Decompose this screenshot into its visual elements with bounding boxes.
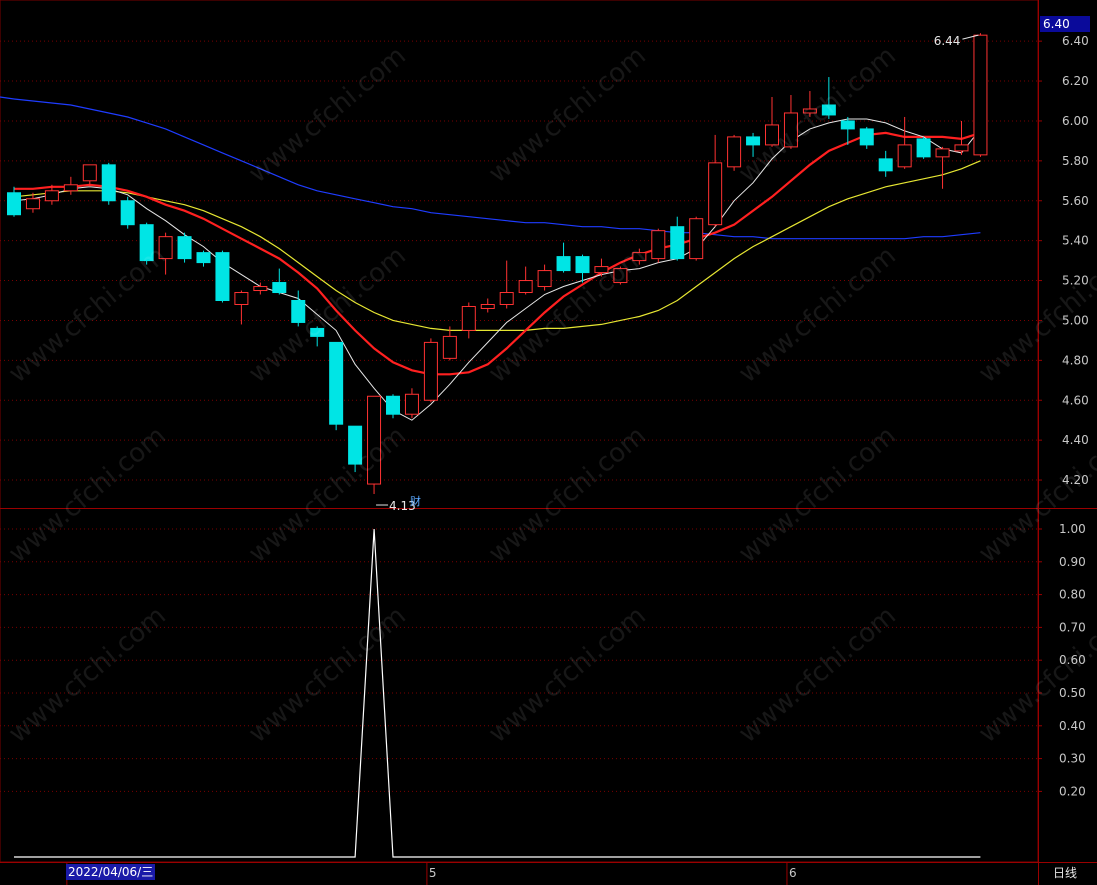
candle-body[interactable] bbox=[632, 252, 647, 262]
candle-body[interactable] bbox=[859, 128, 874, 146]
price-tick-label: 5.20 bbox=[1062, 274, 1089, 288]
indicator-tick-label: 0.80 bbox=[1059, 588, 1086, 602]
candle-body[interactable] bbox=[196, 252, 211, 264]
candle-body[interactable] bbox=[897, 144, 912, 168]
candle-body[interactable] bbox=[158, 236, 173, 260]
candle-body[interactable] bbox=[708, 162, 723, 226]
kline-chart-window: 6.40 6.20 6.00 5.80 5.60 5.40 5.20 5.00 4.80 4.60… bbox=[0, 0, 1097, 885]
candle-body[interactable] bbox=[821, 104, 836, 116]
candle-body[interactable] bbox=[916, 138, 931, 158]
price-tick-label: 5.40 bbox=[1062, 234, 1089, 248]
ma5-line bbox=[13, 118, 981, 421]
candle-body[interactable] bbox=[783, 112, 798, 148]
price-tick-label: 6.40 bbox=[1062, 34, 1089, 48]
current-price-badge: 6.40 bbox=[1040, 16, 1090, 32]
price-tick-label: 6.20 bbox=[1062, 74, 1089, 88]
indicator-tick-label: 0.50 bbox=[1059, 686, 1086, 700]
candle-body[interactable] bbox=[7, 192, 21, 216]
price-tick-label: 4.40 bbox=[1062, 433, 1089, 447]
candle-body[interactable] bbox=[442, 335, 457, 359]
candle-body[interactable] bbox=[651, 230, 666, 260]
price-tick-label: 4.20 bbox=[1062, 473, 1089, 487]
price-tick-label: 6.00 bbox=[1062, 114, 1089, 128]
candle-body[interactable] bbox=[613, 268, 628, 284]
high-price-label: 6.44 bbox=[934, 34, 961, 48]
candle-body[interactable] bbox=[310, 327, 325, 337]
candle-body[interactable] bbox=[177, 236, 192, 260]
candle-body[interactable] bbox=[575, 256, 590, 274]
candle-body[interactable] bbox=[765, 124, 779, 146]
candle-body[interactable] bbox=[840, 120, 855, 130]
price-tick-label: 4.80 bbox=[1062, 353, 1089, 367]
indicator-tick-label: 0.30 bbox=[1059, 752, 1086, 766]
indicator-tick-label: 1.00 bbox=[1059, 522, 1086, 536]
candle-body[interactable] bbox=[404, 393, 419, 415]
candle-body[interactable] bbox=[537, 270, 552, 288]
indicator-tick-label: 0.20 bbox=[1059, 784, 1086, 798]
candle-body[interactable] bbox=[935, 148, 950, 158]
candle-body[interactable] bbox=[139, 224, 154, 262]
indicator-tick-label: 0.40 bbox=[1059, 719, 1086, 733]
price-tick-label: 5.80 bbox=[1062, 154, 1089, 168]
price-tick-label: 5.00 bbox=[1062, 313, 1089, 327]
month-tick-label: 5 bbox=[429, 866, 437, 880]
candle-body[interactable] bbox=[367, 395, 382, 485]
candle-body[interactable] bbox=[556, 256, 571, 272]
ma60-line bbox=[13, 98, 981, 240]
candle-body[interactable] bbox=[215, 252, 230, 301]
candle-body[interactable] bbox=[272, 282, 287, 294]
plot-frame bbox=[0, 0, 1039, 863]
candle-body[interactable] bbox=[518, 280, 533, 294]
candle-body[interactable] bbox=[348, 425, 363, 465]
candle-body[interactable] bbox=[63, 184, 78, 192]
signal-line bbox=[14, 528, 981, 858]
indicator-tick-label: 0.70 bbox=[1059, 620, 1086, 634]
candle-body[interactable] bbox=[594, 266, 609, 274]
candle-body[interactable] bbox=[878, 158, 893, 172]
indicator-tick-label: 0.60 bbox=[1059, 653, 1086, 667]
chart-canvas[interactable]: 6.40 6.20 6.00 5.80 5.60 5.40 5.20 5.00 4.80 4.60… bbox=[0, 0, 1097, 885]
candle-body[interactable] bbox=[746, 136, 761, 146]
candle-body[interactable] bbox=[802, 108, 817, 114]
candle-body[interactable] bbox=[423, 341, 438, 401]
candle-body[interactable] bbox=[954, 144, 969, 152]
indicator-tick-label: 0.90 bbox=[1059, 555, 1086, 569]
candle-body[interactable] bbox=[973, 34, 988, 156]
candle-body[interactable] bbox=[120, 200, 135, 226]
finance-report-marker[interactable]: 财 bbox=[410, 493, 421, 509]
candle-body[interactable] bbox=[689, 218, 704, 260]
candle-body[interactable] bbox=[461, 305, 476, 331]
cursor-date-badge: 2022/04/06/三 bbox=[66, 864, 156, 880]
candle-body[interactable] bbox=[291, 300, 306, 323]
candle-body[interactable] bbox=[499, 292, 514, 305]
candle-body[interactable] bbox=[101, 164, 116, 202]
ma60-line-extension bbox=[0, 96, 15, 100]
period-tab-daily[interactable]: 日线 bbox=[1040, 864, 1090, 882]
candle-body[interactable] bbox=[44, 190, 59, 202]
price-tick-label: 5.60 bbox=[1062, 194, 1089, 208]
price-tick-label: 4.60 bbox=[1062, 393, 1089, 407]
candle-body[interactable] bbox=[82, 164, 97, 182]
candle-body[interactable] bbox=[480, 303, 495, 309]
candle-body[interactable] bbox=[329, 341, 344, 425]
candle-body[interactable] bbox=[234, 292, 249, 305]
candle-body[interactable] bbox=[25, 198, 40, 210]
candle-body[interactable] bbox=[386, 395, 400, 415]
candle-body[interactable] bbox=[727, 136, 742, 168]
candle-body[interactable] bbox=[670, 226, 685, 260]
candle-body[interactable] bbox=[253, 286, 268, 292]
month-tick-label: 6 bbox=[789, 866, 797, 880]
